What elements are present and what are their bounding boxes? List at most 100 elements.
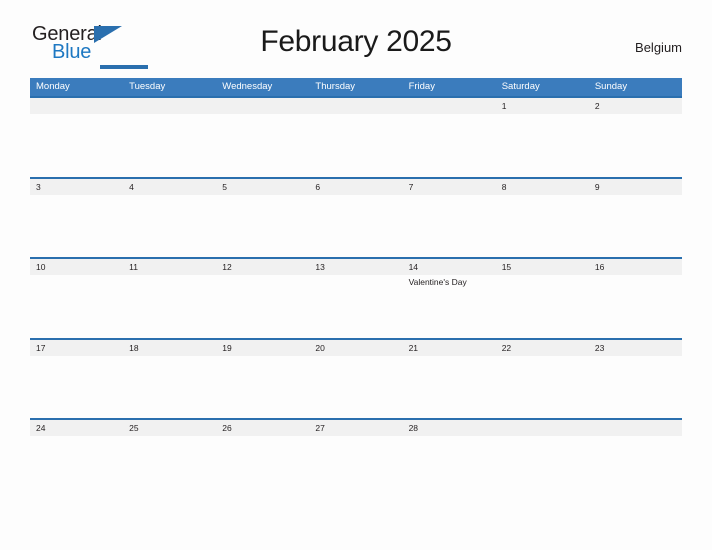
day-number[interactable]: 27 <box>309 420 402 436</box>
week-row: 1 2 <box>30 96 682 177</box>
day-number[interactable]: 15 <box>496 259 589 275</box>
day-event-valentines: Valentine's Day <box>408 277 467 287</box>
day-cell[interactable] <box>309 436 402 498</box>
day-cell[interactable] <box>123 356 216 418</box>
day-cell[interactable] <box>30 436 123 498</box>
day-number[interactable]: 5 <box>216 179 309 195</box>
day-number[interactable]: 22 <box>496 340 589 356</box>
week-row: 10 11 12 13 14 15 16 Valentine's Day <box>30 257 682 338</box>
day-number[interactable]: 13 <box>309 259 402 275</box>
day-cell[interactable] <box>309 114 402 176</box>
day-number[interactable]: 9 <box>589 179 682 195</box>
weekday-header-saturday: Saturday <box>501 81 540 92</box>
day-number[interactable] <box>123 98 216 114</box>
logo-underline <box>100 65 148 69</box>
day-number[interactable]: 10 <box>30 259 123 275</box>
day-number[interactable]: 24 <box>30 420 123 436</box>
day-number[interactable]: 1 <box>496 98 589 114</box>
day-cell[interactable] <box>216 114 309 176</box>
day-cell[interactable] <box>496 275 589 337</box>
day-cell[interactable] <box>403 436 496 498</box>
day-cell[interactable] <box>309 275 402 337</box>
day-cell[interactable] <box>589 275 682 337</box>
week-row: 3 4 5 6 7 8 9 <box>30 176 682 258</box>
day-number[interactable] <box>216 98 309 114</box>
week-date-band: 24 25 26 27 28 <box>30 420 682 436</box>
week-event-band <box>30 436 682 498</box>
day-number[interactable]: 7 <box>403 179 496 195</box>
day-number[interactable]: 21 <box>403 340 496 356</box>
weekday-header-friday: Friday <box>408 81 435 92</box>
day-number[interactable]: 18 <box>123 340 216 356</box>
day-cell[interactable] <box>403 356 496 418</box>
day-cell[interactable] <box>30 356 123 418</box>
day-number[interactable]: 28 <box>403 420 496 436</box>
day-number[interactable]: 26 <box>216 420 309 436</box>
day-cell[interactable] <box>496 195 589 257</box>
day-cell[interactable] <box>589 114 682 176</box>
day-cell[interactable] <box>496 114 589 176</box>
day-cell[interactable] <box>309 195 402 257</box>
day-cell[interactable] <box>123 436 216 498</box>
page-header: General Blue February 2025 Belgium <box>30 0 682 69</box>
calendar-page: General Blue February 2025 Belgium Monda… <box>0 0 712 550</box>
day-cell[interactable] <box>309 356 402 418</box>
week-date-band: 1 2 <box>30 98 682 114</box>
day-cell[interactable] <box>216 275 309 337</box>
day-number[interactable]: 6 <box>309 179 402 195</box>
weekday-header-wednesday: Wednesday <box>222 81 273 92</box>
week-event-band <box>30 114 682 176</box>
day-number[interactable] <box>403 98 496 114</box>
day-cell[interactable] <box>216 356 309 418</box>
week-row: 17 18 19 20 21 22 23 <box>30 337 682 419</box>
day-number[interactable]: 23 <box>589 340 682 356</box>
day-cell[interactable] <box>403 114 496 176</box>
day-number[interactable] <box>309 98 402 114</box>
week-date-band: 10 11 12 13 14 15 16 <box>30 259 682 275</box>
day-number[interactable] <box>30 98 123 114</box>
week-event-band <box>30 195 682 257</box>
day-cell[interactable]: Valentine's Day <box>403 275 496 337</box>
day-number[interactable]: 16 <box>589 259 682 275</box>
day-number[interactable]: 20 <box>309 340 402 356</box>
day-cell[interactable] <box>496 436 589 498</box>
day-cell[interactable] <box>589 356 682 418</box>
day-number[interactable]: 12 <box>216 259 309 275</box>
weekday-header-monday: Monday <box>36 81 70 92</box>
week-event-band: Valentine's Day <box>30 275 682 337</box>
weekday-header-thursday: Thursday <box>315 81 356 92</box>
day-number[interactable]: 4 <box>123 179 216 195</box>
region-label: Belgium <box>635 40 682 55</box>
day-number[interactable]: 3 <box>30 179 123 195</box>
day-cell[interactable] <box>123 114 216 176</box>
week-event-band <box>30 356 682 418</box>
day-number[interactable] <box>496 420 589 436</box>
week-row: 24 25 26 27 28 <box>30 418 682 499</box>
day-cell[interactable] <box>30 195 123 257</box>
week-date-band: 3 4 5 6 7 8 9 <box>30 178 682 195</box>
day-cell[interactable] <box>216 195 309 257</box>
day-cell[interactable] <box>30 114 123 176</box>
day-cell[interactable] <box>589 436 682 498</box>
day-number[interactable]: 14 <box>403 259 496 275</box>
weekday-header-tuesday: Tuesday <box>129 81 166 92</box>
week-date-band: 17 18 19 20 21 22 23 <box>30 339 682 356</box>
weekday-header-row: Monday Tuesday Wednesday Thursday Friday… <box>30 78 682 96</box>
day-cell[interactable] <box>216 436 309 498</box>
day-cell[interactable] <box>30 275 123 337</box>
day-number[interactable]: 19 <box>216 340 309 356</box>
page-title: February 2025 <box>260 25 452 58</box>
day-cell[interactable] <box>123 275 216 337</box>
day-cell[interactable] <box>496 356 589 418</box>
day-cell[interactable] <box>123 195 216 257</box>
day-number[interactable]: 2 <box>589 98 682 114</box>
day-number[interactable]: 11 <box>123 259 216 275</box>
day-number[interactable] <box>589 420 682 436</box>
day-number[interactable]: 8 <box>496 179 589 195</box>
day-cell[interactable] <box>589 195 682 257</box>
day-number[interactable]: 25 <box>123 420 216 436</box>
day-number[interactable]: 17 <box>30 340 123 356</box>
calendar-grid: Monday Tuesday Wednesday Thursday Friday… <box>30 78 682 499</box>
day-cell[interactable] <box>403 195 496 257</box>
weekday-header-sunday: Sunday <box>594 81 628 92</box>
